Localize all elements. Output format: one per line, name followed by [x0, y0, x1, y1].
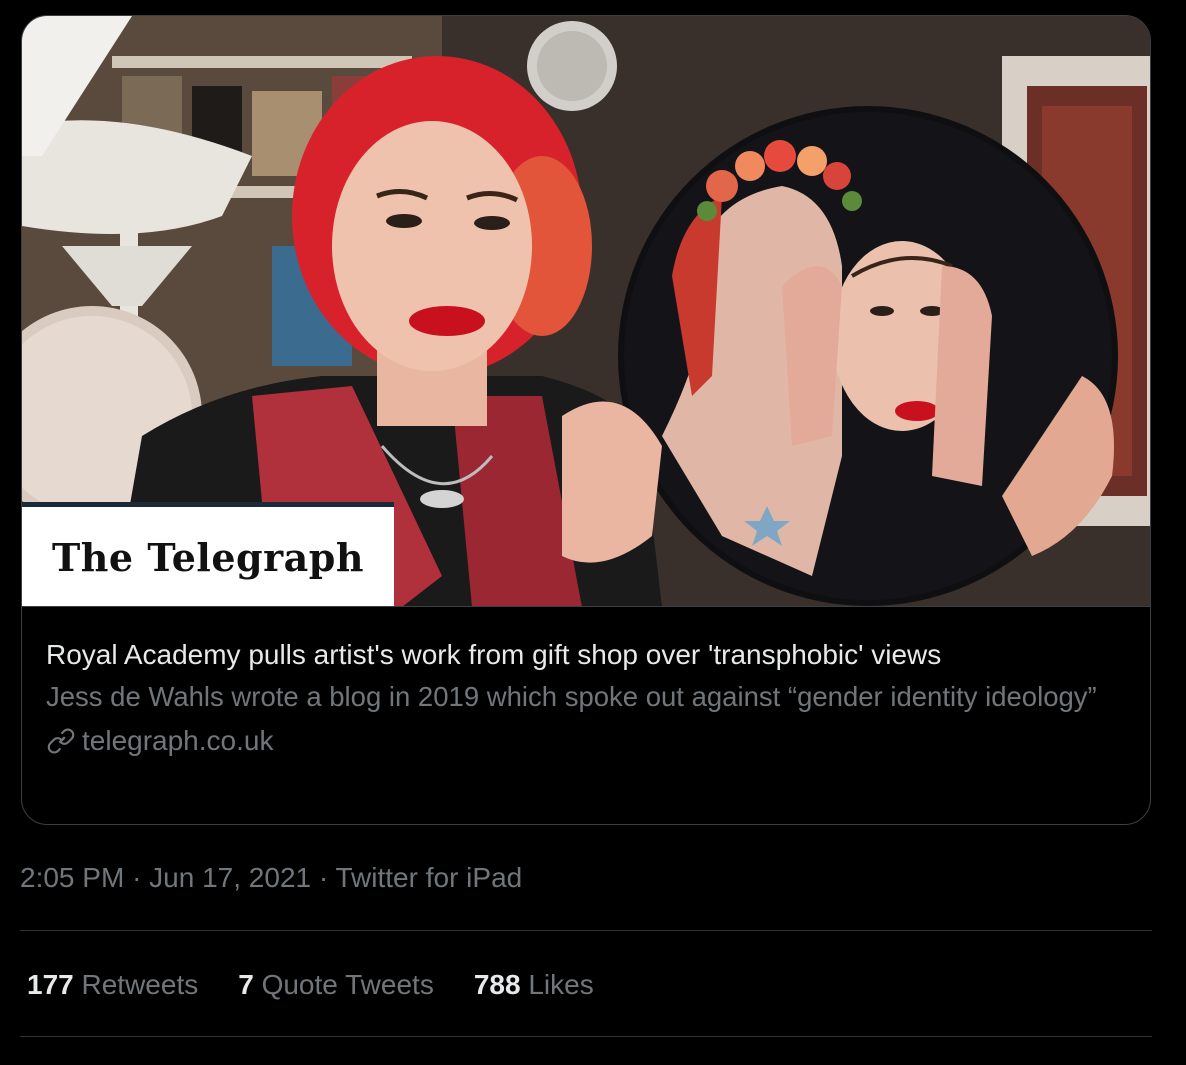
retweets-stat[interactable]: 177 Retweets [27, 965, 198, 1005]
article-image[interactable]: The Telegraph [22, 16, 1150, 607]
card-text: Royal Academy pulls artist's work from g… [46, 636, 1126, 759]
card-domain-label: telegraph.co.uk [82, 725, 274, 756]
tweet-detail: The Telegraph Royal Academy pulls artist… [0, 0, 1186, 1065]
likes-stat[interactable]: 788 Likes [474, 965, 594, 1005]
tweet-time[interactable]: 2:05 PM [20, 862, 124, 893]
divider [20, 930, 1152, 931]
publisher-logo: The Telegraph [52, 534, 364, 580]
quote-tweets-count: 7 [238, 969, 254, 1000]
quote-tweets-stat[interactable]: 7 Quote Tweets [238, 965, 434, 1005]
likes-count: 788 [473, 969, 521, 1000]
card-divider [22, 606, 1150, 607]
meta-separator: · [318, 862, 329, 893]
retweets-count: 177 [27, 969, 74, 1000]
quote-tweets-label: Quote Tweets [261, 969, 434, 1000]
card-domain[interactable]: telegraph.co.uk [46, 723, 1126, 759]
tweet-source[interactable]: Twitter for iPad [335, 862, 522, 893]
retweets-label: Retweets [81, 969, 199, 1000]
card-title[interactable]: Royal Academy pulls artist's work from g… [46, 636, 1126, 674]
link-preview-card[interactable]: The Telegraph Royal Academy pulls artist… [21, 15, 1151, 825]
tweet-stats: 177 Retweets 7 Quote Tweets 788 Likes [27, 965, 634, 1005]
card-description: Jess de Wahls wrote a blog in 2019 which… [46, 681, 1097, 712]
meta-separator: · [132, 862, 142, 893]
link-icon [47, 728, 75, 754]
tweet-metadata: 2:05 PM · Jun 17, 2021 · Twitter for iPa… [20, 858, 522, 898]
tweet-date[interactable]: Jun 17, 2021 [149, 862, 311, 893]
likes-label: Likes [528, 969, 594, 1000]
divider [20, 1036, 1152, 1037]
